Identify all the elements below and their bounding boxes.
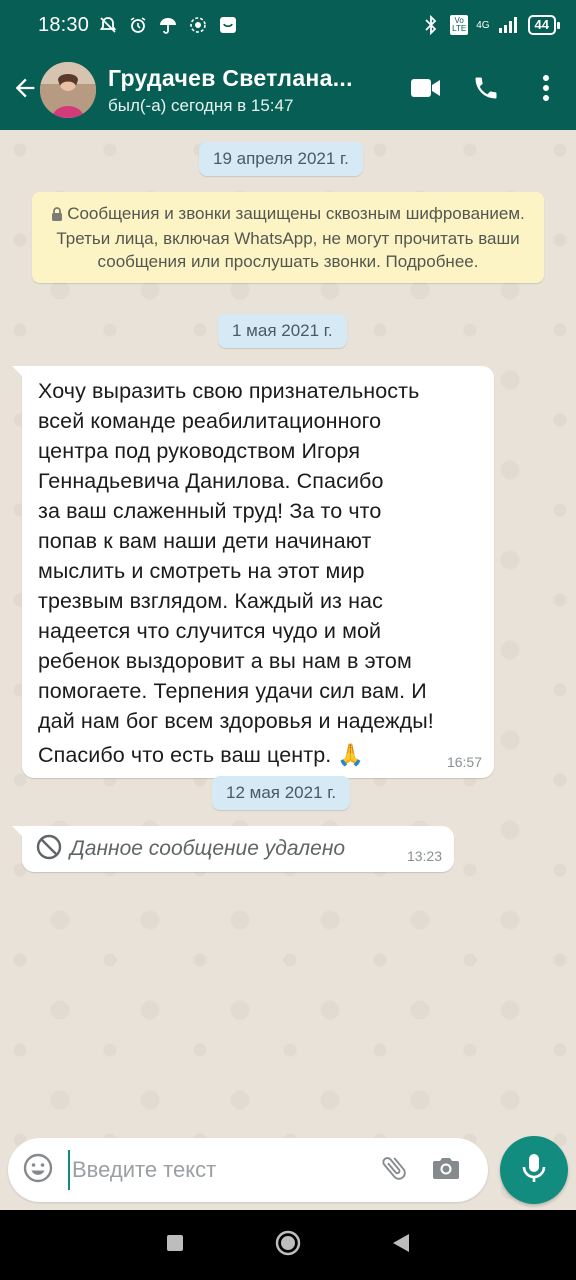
encryption-notice[interactable]: Сообщения и звонки защищены сквозным шиф… — [32, 192, 544, 283]
message-time: 13:23 — [406, 848, 442, 864]
microphone-icon — [521, 1152, 547, 1189]
signal-icon — [498, 14, 520, 36]
message-bubble[interactable]: Хочу выразить свою признательность всей … — [12, 366, 494, 778]
date-chip: 12 мая 2021 г. — [212, 776, 351, 810]
status-time: 18:30 — [38, 13, 90, 36]
alarm-icon — [127, 14, 149, 36]
camera-button[interactable] — [420, 1138, 472, 1202]
back-arrow-icon — [11, 74, 39, 107]
camera-icon — [431, 1155, 461, 1186]
deleted-message-bubble[interactable]: Данное сообщение удалено 13:23 — [12, 826, 454, 872]
more-vert-icon — [542, 74, 550, 107]
mute-icon — [97, 14, 119, 36]
back-nav-button[interactable] — [391, 1232, 411, 1259]
accessibility-icon — [187, 14, 209, 36]
app-notification-icon — [217, 14, 239, 36]
avatar[interactable] — [40, 62, 96, 118]
date-chip: 1 мая 2021 г. — [218, 314, 347, 348]
status-bar: 18:30 Vo LTE 4G 44 — [0, 0, 576, 50]
phone-icon — [472, 74, 500, 107]
chat-area[interactable]: 19 апреля 2021 г. Сообщения и звонки защ… — [0, 130, 576, 1210]
home-button[interactable] — [274, 1229, 302, 1262]
contact-info[interactable]: Грудачев Светлана... был(-а) сегодня в 1… — [108, 65, 378, 116]
last-seen: был(-а) сегодня в 15:47 — [108, 95, 294, 115]
more-options-button[interactable] — [516, 50, 576, 130]
message-composer — [8, 1138, 488, 1202]
voice-message-button[interactable] — [500, 1136, 568, 1204]
message-time: 16:57 — [446, 754, 482, 770]
battery-icon: 44 — [527, 15, 561, 35]
deleted-message-text: Данное сообщение удалено — [70, 837, 346, 860]
encryption-notice-text: Сообщения и звонки защищены сквозным шиф… — [56, 204, 525, 271]
emoji-button[interactable] — [8, 1138, 68, 1202]
message-text: Хочу выразить свою признательность всей … — [38, 379, 434, 767]
date-chip: 19 апреля 2021 г. — [199, 142, 363, 176]
bluetooth-icon — [420, 14, 442, 36]
voice-call-button[interactable] — [456, 50, 516, 130]
contact-name: Грудачев Светлана... — [108, 64, 353, 91]
video-call-icon — [410, 76, 442, 105]
video-call-button[interactable] — [396, 50, 456, 130]
network-type: 4G — [476, 19, 490, 31]
chat-header: Грудачев Светлана... был(-а) сегодня в 1… — [0, 50, 576, 130]
emoji-icon — [22, 1152, 54, 1189]
umbrella-icon — [157, 14, 179, 36]
paperclip-icon — [379, 1153, 409, 1188]
message-input[interactable] — [68, 1150, 358, 1190]
deleted-icon — [36, 834, 62, 865]
lock-icon — [51, 204, 63, 227]
attach-button[interactable] — [368, 1138, 420, 1202]
recents-button[interactable] — [165, 1233, 185, 1258]
system-nav-bar — [0, 1210, 576, 1280]
volte-icon: Vo LTE — [450, 15, 469, 35]
